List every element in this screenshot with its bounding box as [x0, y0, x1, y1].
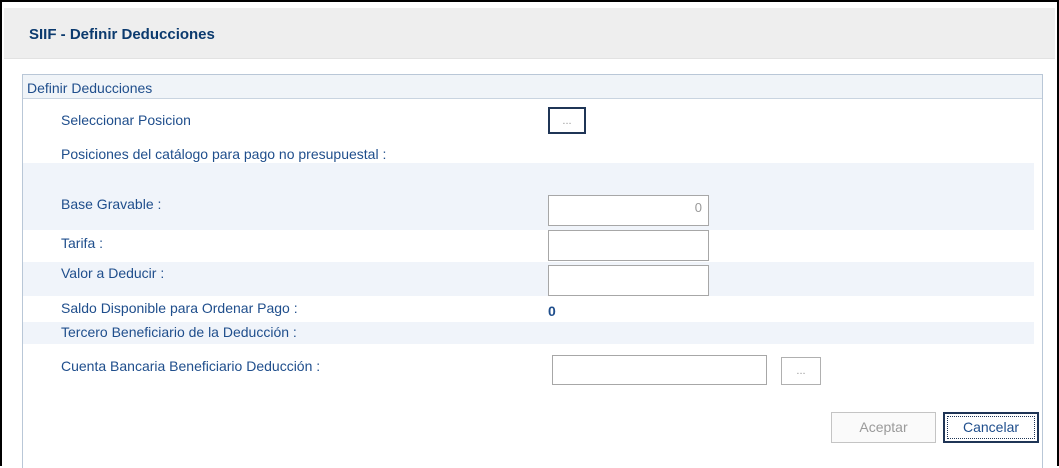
cuenta-bancaria-input[interactable]	[552, 355, 767, 385]
aceptar-button[interactable]: Aceptar	[831, 412, 936, 443]
seleccionar-posicion-label: Seleccionar Posicion	[61, 112, 191, 128]
valor-deducir-label: Valor a Deducir :	[61, 265, 165, 281]
saldo-disponible-label: Saldo Disponible para Ordenar Pago :	[61, 300, 298, 316]
window: SIIF - Definir Deducciones Definir Deduc…	[0, 0, 1059, 468]
title-bar: SIIF - Definir Deducciones	[4, 8, 1055, 59]
panel-header: Definir Deducciones	[23, 75, 1042, 99]
tarifa-input[interactable]	[548, 230, 709, 261]
base-gravable-label: Base Gravable :	[61, 196, 162, 212]
row-band-base-gravable	[23, 163, 1034, 230]
seleccionar-posicion-button[interactable]: ...	[548, 107, 586, 134]
posiciones-catalogo-label: Posiciones del catálogo para pago no pre…	[61, 146, 387, 162]
tarifa-label: Tarifa :	[61, 235, 104, 251]
tercero-beneficiario-label: Tercero Beneficiario de la Deducción :	[61, 324, 297, 340]
saldo-disponible-value: 0	[548, 303, 556, 319]
cuenta-bancaria-label: Cuenta Bancaria Beneficiario Deducción :	[61, 358, 321, 374]
definir-deducciones-panel: Definir Deducciones Seleccionar Posicion…	[22, 74, 1043, 468]
valor-deducir-input[interactable]	[548, 265, 709, 296]
panel-title: Definir Deducciones	[27, 80, 153, 96]
window-title: SIIF - Definir Deducciones	[29, 26, 215, 43]
cuenta-bancaria-lookup-button[interactable]: ...	[781, 357, 821, 385]
row-band-valor-deducir	[23, 262, 1034, 296]
base-gravable-input[interactable]: 0	[548, 195, 709, 226]
cancelar-button[interactable]: Cancelar	[943, 412, 1039, 443]
